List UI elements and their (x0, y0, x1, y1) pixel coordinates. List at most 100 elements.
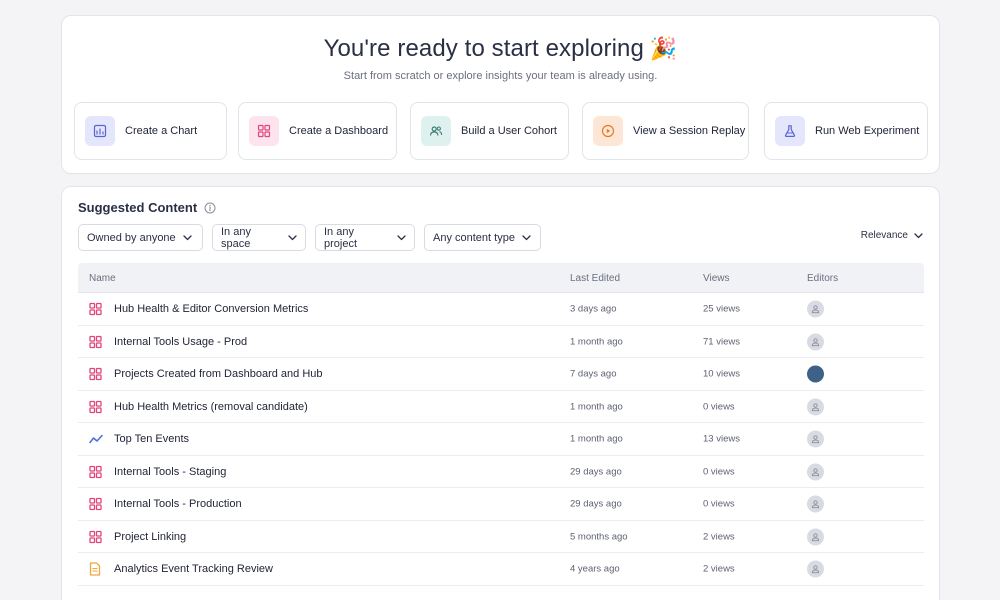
column-header-editors[interactable]: Editors (807, 273, 838, 284)
last-edited: 1 month ago (570, 401, 623, 412)
last-edited: 4 years ago (570, 563, 620, 575)
view-count: 2 views (703, 563, 735, 575)
column-header-views[interactable]: Views (703, 273, 730, 284)
project-filter-dropdown[interactable]: In any project (315, 224, 415, 251)
view-count: 0 views (703, 401, 735, 412)
dashboard-icon (89, 530, 102, 543)
table-row[interactable]: Hub Health & Editor Conversion Metrics 3 … (78, 293, 924, 326)
space-filter-label: In any space (221, 225, 251, 250)
default-avatar-icon (807, 528, 824, 545)
dashboard-icon (89, 465, 102, 478)
table-row[interactable]: Top Ten Events 1 month ago 13 views (78, 423, 924, 456)
dashboard-icon (89, 302, 102, 316)
party-popper-icon: 🎉 (649, 36, 678, 61)
view-count: 13 views (703, 433, 740, 445)
editor-avatar[interactable] (807, 300, 824, 318)
create-chart-button[interactable]: Create a Chart (74, 102, 227, 160)
dashboard-icon (89, 335, 102, 348)
view-count: 0 views (703, 498, 735, 510)
section-title-text: Suggested Content (78, 200, 198, 215)
view-count: 0 views (703, 466, 735, 477)
create-dashboard-button[interactable]: Create a Dashboard (238, 102, 397, 160)
last-edited: 29 days ago (570, 466, 622, 477)
column-header-name[interactable]: Name (89, 273, 116, 284)
create-dashboard-label: Create a Dashboard (289, 125, 389, 137)
table-row[interactable]: Project Linking 5 months ago 2 views (78, 521, 924, 553)
default-avatar-icon (807, 495, 824, 513)
user-avatar (807, 365, 824, 383)
page-title: You're ready to start exploring 🎉 (62, 35, 939, 63)
view-count: 71 views (703, 336, 740, 347)
default-avatar-icon (807, 560, 824, 578)
editor-avatar[interactable] (807, 463, 824, 480)
content-name[interactable]: Internal Tools Usage - Prod (114, 336, 247, 348)
content-table: Name Last Edited Views Editors Hub Healt… (78, 263, 924, 586)
view-count: 25 views (703, 303, 740, 315)
content-name[interactable]: Project Linking (114, 531, 186, 543)
chevron-down-icon (522, 234, 531, 241)
owner-filter-dropdown[interactable]: Owned by anyone (78, 224, 203, 251)
last-edited: 5 months ago (570, 531, 628, 542)
dashboard-icon (89, 497, 102, 511)
suggested-content-panel: Suggested Content Owned by anyone In any… (61, 186, 940, 600)
last-edited: 7 days ago (570, 368, 617, 380)
build-user-cohort-label: Build a User Cohort (461, 125, 557, 137)
chevron-down-icon (914, 232, 923, 239)
table-row[interactable]: Internal Tools - Staging 29 days ago 0 vie… (78, 456, 924, 488)
build-user-cohort-button[interactable]: Build a User Cohort (410, 102, 569, 160)
editor-avatar[interactable] (807, 398, 824, 415)
content-name[interactable]: Internal Tools - Production (114, 498, 242, 510)
editor-avatar[interactable] (807, 365, 824, 383)
content-name[interactable]: Analytics Event Tracking Review (114, 563, 273, 575)
welcome-card: You're ready to start exploring 🎉 Start f… (61, 15, 940, 174)
table-row[interactable]: Analytics Event Tracking Review 4 years a… (78, 553, 924, 586)
table-row[interactable]: Internal Tools Usage - Prod 1 month ago 71… (78, 326, 924, 358)
last-edited: 3 days ago (570, 303, 617, 315)
last-edited: 29 days ago (570, 498, 622, 510)
content-type-filter-label: Any content type (433, 231, 515, 244)
content-name[interactable]: Projects Created from Dashboard and Hub (114, 368, 323, 380)
chevron-down-icon (397, 234, 406, 241)
content-name[interactable]: Internal Tools - Staging (114, 466, 226, 478)
view-session-replay-label: View a Session Replay (633, 125, 746, 137)
table-body: Hub Health & Editor Conversion Metrics 3 … (78, 293, 924, 586)
users-icon (421, 116, 451, 146)
line-chart-icon (89, 433, 103, 446)
content-name[interactable]: Top Ten Events (114, 433, 189, 445)
editor-avatar[interactable] (807, 528, 824, 545)
view-session-replay-button[interactable]: View a Session Replay (582, 102, 749, 160)
default-avatar-icon (807, 300, 824, 318)
view-count: 10 views (703, 368, 740, 380)
dashboard-icon (89, 400, 102, 413)
sort-label: Relevance (860, 230, 908, 241)
editor-avatar[interactable] (807, 495, 824, 513)
view-count: 2 views (703, 531, 735, 542)
sort-dropdown[interactable]: Relevance (861, 230, 923, 241)
column-header-last-edited[interactable]: Last Edited (570, 273, 620, 284)
info-icon[interactable] (204, 202, 216, 214)
dashboard-icon (249, 116, 279, 146)
page-subtitle: Start from scratch or explore insights y… (343, 70, 658, 82)
document-icon (89, 562, 101, 576)
chart-icon (85, 116, 115, 146)
content-name[interactable]: Hub Health & Editor Conversion Metrics (114, 303, 308, 315)
editor-avatar[interactable] (807, 430, 824, 448)
flask-icon (775, 116, 805, 146)
table-row[interactable]: Internal Tools - Production 29 days ago 0 … (78, 488, 924, 521)
section-title: Suggested Content (78, 200, 216, 215)
run-web-experiment-button[interactable]: Run Web Experiment (764, 102, 928, 160)
create-chart-label: Create a Chart (125, 125, 198, 137)
run-web-experiment-label: Run Web Experiment (815, 125, 920, 137)
chevron-down-icon (183, 234, 192, 241)
content-type-filter-dropdown[interactable]: Any content type (424, 224, 541, 251)
table-row[interactable]: Hub Health Metrics (removal candidate) 1 … (78, 391, 924, 423)
space-filter-dropdown[interactable]: In any space (212, 224, 306, 251)
last-edited: 1 month ago (570, 336, 623, 347)
content-name[interactable]: Hub Health Metrics (removal candidate) (114, 401, 308, 413)
project-filter-label: In any project (324, 225, 358, 250)
default-avatar-icon (807, 430, 824, 448)
table-row[interactable]: Projects Created from Dashboard and Hub 7… (78, 358, 924, 391)
editor-avatar[interactable] (807, 333, 824, 350)
page-title-text: You're ready to start exploring (323, 35, 644, 62)
editor-avatar[interactable] (807, 560, 824, 578)
